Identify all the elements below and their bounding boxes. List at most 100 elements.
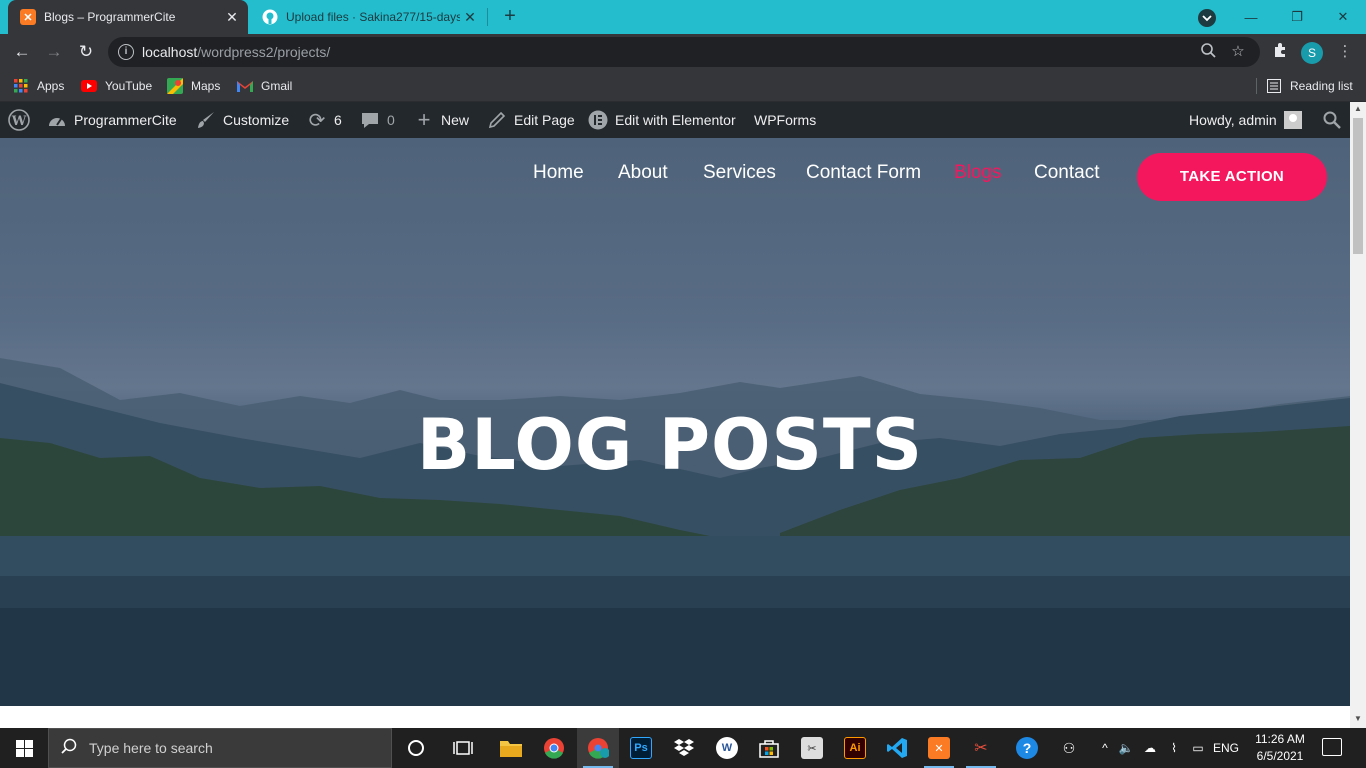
- dashboard-gauge-icon: [47, 110, 67, 130]
- action-center-icon[interactable]: [1322, 738, 1342, 756]
- people-button[interactable]: ⚇: [1048, 728, 1090, 768]
- chrome-app[interactable]: [533, 728, 575, 768]
- admin-new[interactable]: + New: [414, 102, 469, 138]
- help-app[interactable]: ?: [1006, 728, 1048, 768]
- windows-logo-icon: [15, 739, 33, 757]
- onedrive-cloud-icon[interactable]: ☁: [1138, 741, 1162, 755]
- xampp-app[interactable]: ✕: [918, 728, 960, 768]
- task-view-button[interactable]: [442, 728, 484, 768]
- bookmark-youtube[interactable]: YouTube: [81, 77, 152, 95]
- admin-site-name[interactable]: ProgrammerCite: [47, 102, 177, 138]
- restore-button[interactable]: ❐: [1274, 0, 1320, 34]
- chevron-up-icon[interactable]: ^: [1096, 741, 1114, 755]
- admin-avatar: [1283, 111, 1302, 129]
- nav-about[interactable]: About: [618, 162, 668, 184]
- admin-edit-page[interactable]: Edit Page: [487, 102, 575, 138]
- bookmark-star-icon[interactable]: ☆: [1228, 42, 1248, 62]
- nav-home[interactable]: Home: [533, 162, 584, 184]
- minimize-button[interactable]: —: [1228, 0, 1274, 34]
- vscode-app[interactable]: [876, 728, 918, 768]
- url-text[interactable]: localhost/wordpress2/projects/: [142, 44, 330, 60]
- wpforms-label: WPForms: [754, 112, 817, 128]
- edit-elementor-label: Edit with Elementor: [615, 112, 736, 128]
- clock-date: 6/5/2021: [1256, 749, 1304, 763]
- menu-dots-icon[interactable]: ⋮: [1335, 42, 1355, 62]
- nav-contact-form[interactable]: Contact Form: [806, 162, 921, 184]
- system-tray: ^ 🔈 ☁ ⌇ ▭ ENG: [1096, 728, 1242, 768]
- extensions-puzzle-icon[interactable]: [1270, 42, 1290, 62]
- volume-icon[interactable]: 🔈: [1114, 741, 1138, 755]
- reading-list-label: Reading list: [1290, 79, 1353, 93]
- battery-icon[interactable]: ▭: [1186, 741, 1210, 755]
- cortana-button[interactable]: [395, 728, 437, 768]
- tab-upload-files[interactable]: Upload files · Sakina277/15-days ✕: [250, 0, 486, 34]
- back-arrow-icon[interactable]: ←: [10, 40, 34, 64]
- tab-title: Upload files · Sakina277/15-days: [286, 10, 460, 24]
- zoom-icon[interactable]: [1198, 42, 1218, 62]
- pencil-icon: [487, 110, 507, 130]
- admin-customize[interactable]: Customize: [196, 102, 289, 138]
- wp-logo-button[interactable]: W: [8, 102, 37, 138]
- admin-edit-elementor[interactable]: Edit with Elementor: [588, 102, 736, 138]
- taskbar-search-box[interactable]: Type here to search: [48, 728, 392, 768]
- plus-icon: +: [417, 107, 431, 132]
- scroll-thumb[interactable]: [1353, 118, 1363, 254]
- nav-contact[interactable]: Contact: [1034, 162, 1099, 184]
- scroll-up-arrow-icon[interactable]: ▲: [1350, 104, 1366, 116]
- bookmark-label: YouTube: [105, 79, 153, 93]
- tab-close-icon[interactable]: ✕: [222, 9, 242, 26]
- scroll-down-arrow-icon[interactable]: ▼: [1350, 714, 1366, 726]
- admin-comments[interactable]: 0: [360, 102, 395, 138]
- word-icon: W: [716, 737, 738, 759]
- snipping-tool-app[interactable]: ✂: [960, 728, 1002, 768]
- admin-account[interactable]: Howdy, admin: [1189, 102, 1302, 138]
- illustrator-app[interactable]: Ai: [834, 728, 876, 768]
- admin-search[interactable]: [1322, 102, 1349, 138]
- page-content-start: [0, 706, 1350, 728]
- admin-updates[interactable]: ⟳ 6: [307, 102, 342, 138]
- taskbar-clock[interactable]: 11:26 AM 6/5/2021: [1240, 731, 1320, 765]
- wifi-icon[interactable]: ⌇: [1162, 741, 1186, 755]
- site-info-icon[interactable]: i: [118, 44, 134, 60]
- new-tab-button[interactable]: +: [497, 4, 523, 30]
- help-question-icon: ?: [1016, 737, 1038, 759]
- bookmark-maps[interactable]: Maps: [167, 77, 220, 95]
- dropbox-app[interactable]: [663, 728, 705, 768]
- customize-label: Customize: [223, 112, 290, 128]
- word-app[interactable]: W: [706, 728, 748, 768]
- search-placeholder: Type here to search: [89, 740, 213, 756]
- reload-icon[interactable]: ↻: [74, 40, 98, 64]
- gmail-icon: [237, 78, 253, 94]
- take-action-button[interactable]: TAKE ACTION: [1137, 153, 1327, 201]
- file-explorer-app[interactable]: [490, 728, 532, 768]
- profile-avatar[interactable]: S: [1301, 42, 1323, 64]
- store-bag-icon: [758, 737, 780, 759]
- start-button[interactable]: [0, 728, 48, 768]
- browser-toolbar: ← → ↻ i localhost/wordpress2/projects/ ☆…: [0, 34, 1366, 70]
- url-host: localhost: [142, 44, 198, 60]
- tab-blogs[interactable]: ✕ Blogs – ProgrammerCite ✕: [8, 0, 248, 34]
- photoshop-app[interactable]: Ps: [620, 728, 662, 768]
- close-window-button[interactable]: ✕: [1320, 0, 1366, 34]
- hero-section: Home About Services Contact Form Blogs C…: [0, 138, 1350, 706]
- bookmark-gmail[interactable]: Gmail: [237, 77, 292, 95]
- url-path: /wordpress2/projects/: [197, 44, 331, 60]
- input-language[interactable]: ENG: [1210, 741, 1242, 755]
- bookmarks-bar: Apps YouTube Maps Gmail Reading list: [0, 70, 1366, 102]
- bookmark-apps[interactable]: Apps: [13, 77, 64, 95]
- store-app[interactable]: [748, 728, 790, 768]
- wp-admin-bar: W ProgrammerCite Customize ⟳ 6 0 + New E…: [0, 102, 1350, 138]
- address-bar[interactable]: i localhost/wordpress2/projects/ ☆: [108, 37, 1260, 67]
- tab-search-icon[interactable]: [1198, 9, 1216, 27]
- windows-taskbar: Type here to search Ps W ✂ Ai ✕ ✂ ? ⚇ ^ …: [0, 728, 1366, 768]
- gimp-app[interactable]: ✂: [791, 728, 833, 768]
- github-favicon-icon: [262, 9, 278, 25]
- forward-arrow-icon[interactable]: →: [42, 40, 66, 64]
- chrome-profile-app[interactable]: [577, 728, 619, 768]
- reading-list-button[interactable]: Reading list: [1266, 77, 1353, 95]
- nav-services[interactable]: Services: [703, 162, 776, 184]
- tab-close-icon[interactable]: ✕: [460, 9, 480, 26]
- page-scrollbar[interactable]: ▲ ▼: [1350, 102, 1366, 728]
- nav-blogs[interactable]: Blogs: [954, 162, 1002, 184]
- admin-wpforms[interactable]: WPForms: [754, 102, 816, 138]
